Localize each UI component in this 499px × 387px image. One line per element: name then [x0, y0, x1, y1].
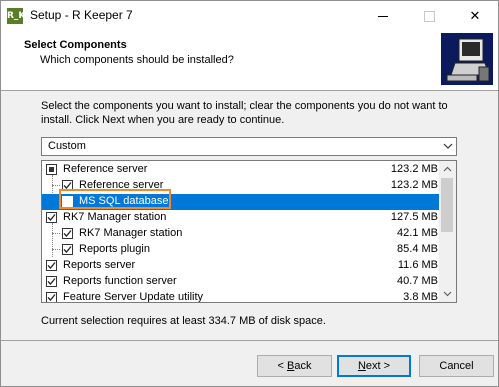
components-list[interactable]: Reference server 123.2 MB Reference serv…: [41, 160, 457, 303]
scroll-thumb[interactable]: [441, 178, 453, 232]
cancel-button[interactable]: Cancel: [419, 355, 494, 377]
component-row[interactable]: Reports server 11.6 MB: [42, 258, 442, 274]
component-label: Reports function server: [63, 275, 177, 287]
close-button[interactable]: ✕: [452, 1, 498, 30]
scroll-down-button[interactable]: [439, 285, 456, 302]
component-row[interactable]: Reports function server 40.7 MB: [42, 274, 442, 290]
component-label: Reference server: [63, 163, 148, 175]
footer-divider: [1, 340, 498, 341]
wizard-computer-icon: [441, 33, 493, 85]
back-button[interactable]: < Back: [257, 355, 332, 377]
window-title: Setup - R Keeper 7: [30, 8, 133, 22]
maximize-button: [406, 1, 452, 30]
minimize-button[interactable]: [360, 1, 406, 30]
list-scrollbar[interactable]: [439, 161, 456, 302]
component-label: Reports plugin: [79, 243, 150, 255]
setup-window: R_K Setup - R Keeper 7 ✕ Select Componen…: [0, 0, 499, 387]
component-row[interactable]: RK7 Manager station 42.1 MB: [42, 226, 442, 242]
component-checkbox[interactable]: [62, 180, 73, 191]
component-size: 123.2 MB: [390, 179, 438, 191]
title-bar[interactable]: R_K Setup - R Keeper 7 ✕: [1, 1, 498, 30]
component-size: 127.5 MB: [390, 211, 438, 223]
component-size: 11.6 MB: [397, 259, 438, 271]
back-label: ack: [294, 360, 312, 372]
component-size: 3.8 MB: [403, 291, 438, 303]
intro-text: Select the components you want to instal…: [41, 100, 448, 126]
app-icon: R_K: [7, 8, 25, 24]
page-title: Select Components: [24, 39, 127, 51]
component-size: 85.4 MB: [397, 243, 438, 255]
component-size: 42.1 MB: [397, 227, 438, 239]
component-row-selected[interactable]: MS SQL database: [42, 194, 442, 210]
component-checkbox[interactable]: [46, 212, 57, 223]
component-checkbox[interactable]: [46, 276, 57, 287]
component-label: MS SQL database: [79, 195, 169, 207]
component-size: 40.7 MB: [397, 275, 438, 287]
chevron-down-icon: [443, 143, 453, 149]
component-label: Reports server: [63, 259, 136, 271]
setup-type-dropdown[interactable]: Custom: [41, 137, 457, 156]
component-checkbox[interactable]: [62, 228, 73, 239]
maximize-icon: [424, 11, 435, 22]
chevron-down-icon: [443, 291, 452, 297]
component-label: RK7 Manager station: [63, 211, 167, 223]
next-button[interactable]: Next >: [337, 355, 411, 377]
component-checkbox[interactable]: [46, 292, 57, 302]
component-checkbox[interactable]: [46, 260, 57, 271]
component-row[interactable]: RK7 Manager station 127.5 MB: [42, 210, 442, 226]
component-row[interactable]: Reports plugin 85.4 MB: [42, 242, 442, 258]
back-prefix: <: [277, 360, 287, 372]
component-checkbox[interactable]: [62, 196, 73, 207]
component-label: RK7 Manager station: [79, 227, 183, 239]
component-size: 123.2 MB: [390, 163, 438, 175]
component-row[interactable]: Reference server 123.2 MB: [42, 178, 442, 194]
scroll-up-button[interactable]: [439, 161, 456, 178]
component-label: Reference server: [79, 179, 164, 191]
setup-type-value: Custom: [48, 140, 86, 152]
disk-space-text: Current selection requires at least 334.…: [41, 315, 326, 327]
next-accel: N: [357, 360, 366, 372]
minimize-icon: [378, 16, 388, 17]
component-checkbox[interactable]: [62, 244, 73, 255]
next-label: ext >: [365, 360, 391, 372]
component-row[interactable]: Reference server 123.2 MB: [42, 162, 442, 178]
page-subtitle: Which components should be installed?: [40, 54, 234, 66]
chevron-up-icon: [443, 166, 452, 172]
component-checkbox[interactable]: [46, 164, 57, 175]
component-label: Feature Server Update utility: [63, 291, 204, 303]
wizard-header: Select Components Which components shoul…: [1, 30, 498, 91]
component-row[interactable]: Feature Server Update utility 3.8 MB: [42, 290, 442, 303]
